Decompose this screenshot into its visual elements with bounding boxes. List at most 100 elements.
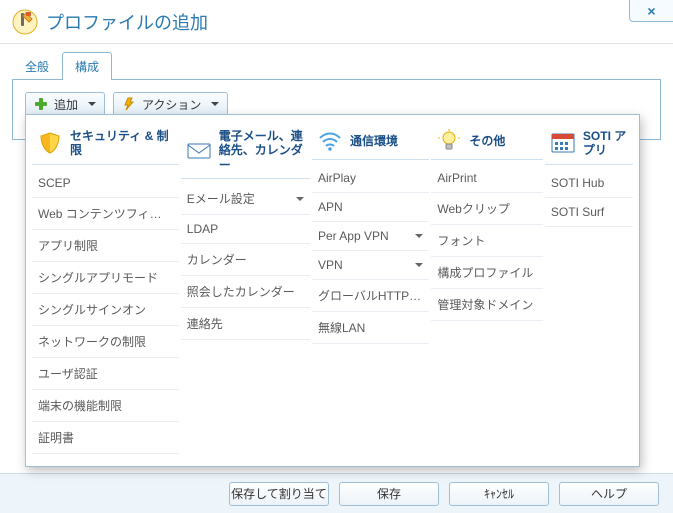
menu-item[interactable]: SOTI Surf — [545, 198, 633, 227]
wifi-icon — [316, 129, 344, 153]
menu-item[interactable]: Per App VPN — [312, 222, 429, 251]
menu-item[interactable]: APN — [312, 193, 429, 222]
menu-item[interactable]: 端末の機能制限 — [32, 390, 179, 422]
menu-item[interactable]: 連絡先 — [181, 308, 310, 340]
window-title: プロファイルの追加 — [46, 9, 208, 35]
menu-item-label: SOTI Surf — [551, 205, 627, 219]
menu-item-label: アプリ制限 — [38, 237, 173, 254]
menu-item[interactable]: グローバルHTTPプロキシ — [312, 280, 429, 312]
menu-item[interactable]: カレンダー — [181, 244, 310, 276]
menu-item-label: シングルアプリモード — [38, 269, 173, 286]
content-area: 全般 構成 追加 アクション セキュリティ & 制限SCEPWeb コンテンツフ… — [0, 44, 673, 140]
tab-structure-label: 構成 — [75, 60, 99, 74]
menu-item[interactable]: アプリ制限 — [32, 230, 179, 262]
tab-general-label: 全般 — [25, 60, 49, 74]
menu-item[interactable]: 無線LAN — [312, 312, 429, 344]
menu-item[interactable]: 照会したカレンダー — [181, 276, 310, 308]
menu-item[interactable]: 証明書 — [32, 422, 179, 454]
menu-item[interactable]: シングルサインオン — [32, 294, 179, 326]
bulb-icon — [435, 129, 463, 153]
chevron-down-icon — [296, 197, 304, 201]
app-icon — [12, 9, 38, 35]
menu-item-label: Per App VPN — [318, 229, 411, 243]
plus-icon — [34, 97, 48, 111]
column-header: セキュリティ & 制限 — [32, 125, 179, 165]
shield-icon — [36, 131, 64, 155]
add-button[interactable]: 追加 — [25, 92, 105, 116]
menu-item-label: 連絡先 — [187, 315, 304, 332]
menu-item[interactable]: 構成プロファイル — [431, 257, 543, 289]
chevron-down-icon — [88, 102, 96, 106]
menu-column: その他 AirPrint Webクリップフォント構成プロファイル管理対象ドメイン — [431, 125, 543, 454]
tab-general[interactable]: 全般 — [12, 52, 62, 80]
column-title: 電子メール、連絡先、カレンダー — [219, 129, 306, 172]
menu-item-label: シングルサインオン — [38, 301, 173, 318]
menu-item[interactable]: ユーザ認証 — [32, 358, 179, 390]
menu-item[interactable]: 管理対象ドメイン — [431, 289, 543, 321]
menu-item-label: AirPrint — [437, 171, 537, 185]
toolbar: 追加 アクション — [25, 92, 648, 116]
menu-item[interactable]: SCEP — [32, 169, 179, 198]
menu-item-label: SOTI Hub — [551, 176, 627, 190]
column-title: 通信環境 — [350, 134, 398, 148]
menu-item[interactable]: LDAP — [181, 215, 310, 244]
menu-item-label: Web コンテンツフィルタ — [38, 205, 173, 222]
menu-item-label: 管理対象ドメイン — [437, 296, 537, 313]
action-button[interactable]: アクション — [113, 92, 228, 116]
menu-item-label: 端末の機能制限 — [38, 397, 173, 414]
menu-item-label: SCEP — [38, 176, 173, 190]
menu-column: 電子メール、連絡先、カレンダー Eメール設定 LDAP カレンダー照会したカレンダー連… — [181, 125, 310, 454]
help-button[interactable]: ヘルプ — [559, 482, 659, 506]
menu-item[interactable]: ネットワークの制限 — [32, 326, 179, 358]
menu-item[interactable]: SOTI Hub — [545, 169, 633, 198]
menu-item[interactable]: AirPrint — [431, 164, 543, 193]
menu-item-label: 照会したカレンダー — [187, 283, 304, 300]
titlebar: プロファイルの追加 × — [0, 0, 673, 44]
save-assign-button[interactable]: 保存して割り当て — [229, 482, 329, 506]
save-button[interactable]: 保存 — [339, 482, 439, 506]
menu-item-label: LDAP — [187, 222, 304, 236]
menu-column: セキュリティ & 制限 SCEP Web コンテンツフィルタアプリ制限シングルアプリ… — [32, 125, 179, 454]
menu-item-label: 無線LAN — [318, 319, 423, 336]
chevron-down-icon — [211, 102, 219, 106]
menu-item-label: AirPlay — [318, 171, 423, 185]
menu-item-label: グローバルHTTPプロキシ — [318, 287, 423, 304]
menu-item[interactable]: VPN — [312, 251, 429, 280]
chevron-down-icon — [415, 263, 423, 267]
footer: 保存して割り当て 保存 ｷｬﾝｾﾙ ヘルプ — [0, 473, 673, 513]
action-button-label: アクション — [142, 96, 201, 113]
add-dropdown-panel: セキュリティ & 制限 SCEP Web コンテンツフィルタアプリ制限シングルアプリ… — [25, 114, 640, 467]
mail-icon — [185, 139, 213, 163]
column-header: SOTI アプリ — [545, 125, 633, 165]
close-button[interactable]: × — [629, 0, 673, 22]
menu-item[interactable]: フォント — [431, 225, 543, 257]
menu-item-label: Eメール設定 — [187, 190, 292, 207]
add-button-label: 追加 — [54, 96, 78, 113]
column-title: SOTI アプリ — [583, 129, 629, 158]
tab-structure[interactable]: 構成 — [62, 52, 112, 80]
column-title: セキュリティ & 制限 — [70, 129, 175, 158]
menu-item[interactable]: シングルアプリモード — [32, 262, 179, 294]
menu-item[interactable]: Eメール設定 — [181, 183, 310, 215]
menu-item-label: 構成プロファイル — [437, 264, 537, 281]
column-title: その他 — [469, 134, 505, 148]
menu-item[interactable]: Web コンテンツフィルタ — [32, 198, 179, 230]
chevron-down-icon — [415, 234, 423, 238]
menu-item-label: カレンダー — [187, 251, 304, 268]
column-header: 通信環境 — [312, 125, 429, 160]
tabbar: 全般 構成 — [12, 52, 661, 80]
menu-item-label: VPN — [318, 258, 411, 272]
menu-item-label: ユーザ認証 — [38, 365, 173, 382]
close-icon: × — [647, 3, 655, 19]
menu-item-label: 証明書 — [38, 429, 173, 446]
calendar-icon — [549, 131, 577, 155]
menu-item-label: ネットワークの制限 — [38, 333, 173, 350]
menu-item[interactable]: Webクリップ — [431, 193, 543, 225]
menu-column: SOTI アプリ SOTI Hub SOTI Surf — [545, 125, 633, 454]
cancel-button[interactable]: ｷｬﾝｾﾙ — [449, 482, 549, 506]
bolt-icon — [122, 97, 136, 111]
column-header: 電子メール、連絡先、カレンダー — [181, 125, 310, 179]
menu-item-label: フォント — [437, 232, 537, 249]
menu-item[interactable]: AirPlay — [312, 164, 429, 193]
menu-item-label: APN — [318, 200, 423, 214]
